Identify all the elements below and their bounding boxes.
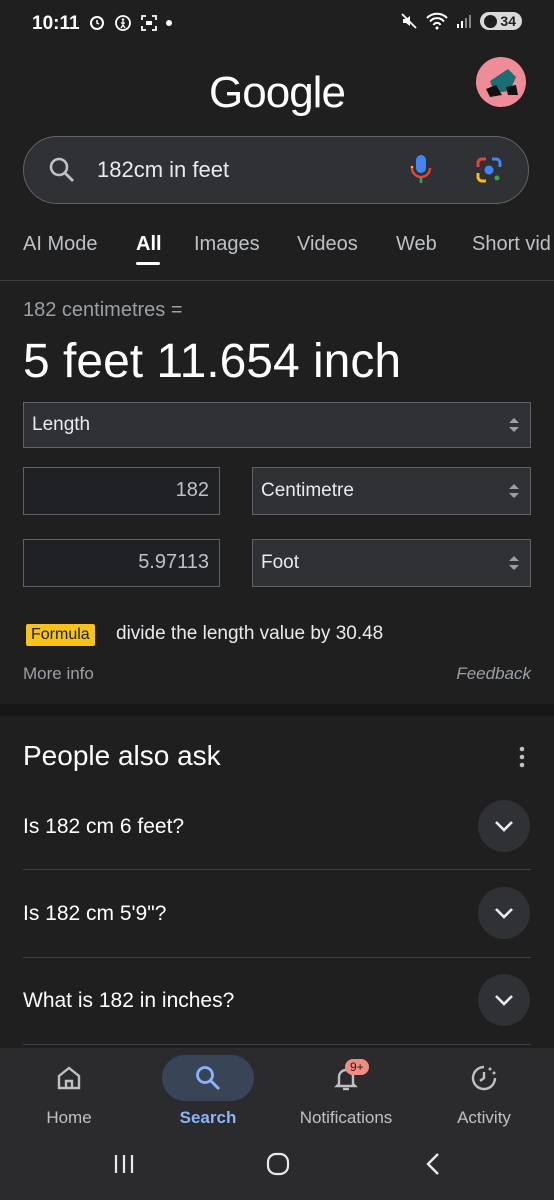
tab-videos[interactable]: Videos [297,233,358,256]
status-right-icons: 34 [400,12,522,30]
search-input[interactable]: 182cm in feet [97,157,229,183]
output-unit-value: Foot [261,552,300,573]
updown-icon [509,556,519,570]
updown-icon [509,418,519,432]
tab-images[interactable]: Images [194,233,260,256]
active-tab-indicator [136,262,160,265]
tab-web[interactable]: Web [396,233,437,256]
output-value-field[interactable]: 5.97113 [23,539,220,587]
battery-indicator: 34 [480,12,522,30]
status-time: 10:11 [32,13,80,34]
status-left-icons [88,14,172,32]
recent-apps-icon[interactable] [112,1152,136,1176]
tab-all[interactable]: All [136,233,162,256]
microphone-icon[interactable] [409,153,433,187]
conversion-subtitle: 182 centimetres = [23,299,183,321]
expand-chevron-button[interactable] [478,800,530,852]
tabs-divider [0,280,554,281]
chevron-down-icon [495,995,513,1006]
home-icon[interactable] [55,1064,83,1092]
home-button-icon[interactable] [265,1151,291,1177]
nav-notifications-label[interactable]: Notifications [277,1108,415,1128]
notification-badge: 9+ [345,1059,369,1075]
input-unit-value: Centimetre [261,480,354,501]
activity-icon[interactable] [470,1064,498,1092]
question-item[interactable]: Is 182 cm 6 feet? [23,815,184,839]
more-info-link[interactable]: More info [23,664,94,684]
nav-search-label[interactable]: Search [139,1108,277,1128]
dot-icon [166,20,172,26]
expand-chevron-button[interactable] [478,887,530,939]
section-divider [0,704,554,716]
input-value-field[interactable]: 182 [23,467,220,515]
status-bar: 10:11 34 [0,0,554,50]
expand-chevron-button[interactable] [478,974,530,1026]
screenshot-icon [141,15,157,31]
avatar-image [486,69,518,97]
chevron-down-icon [495,821,513,832]
feedback-link[interactable]: Feedback [456,664,531,684]
updown-icon [509,484,519,498]
output-value-text: 5.97113 [138,551,209,573]
walking-icon [115,15,131,31]
mute-icon [401,13,418,29]
signal-icon [457,15,472,28]
question-item[interactable]: Is 182 cm 5'9"? [23,902,166,926]
question-divider [23,957,531,958]
question-item[interactable]: What is 182 in inches? [23,989,234,1013]
google-logo[interactable]: Google [0,68,554,118]
category-select[interactable]: Length [23,402,531,448]
lens-icon[interactable] [474,155,504,185]
formula-badge: Formula [26,624,95,646]
search-icon[interactable] [48,156,76,184]
more-options-icon[interactable] [514,744,530,770]
back-icon[interactable] [422,1151,444,1177]
nav-home-label[interactable]: Home [0,1108,138,1128]
formula-text: divide the length value by 30.48 [116,623,384,644]
search-tabs: AI Mode All Images Videos Web Short vid [0,220,554,280]
question-divider [23,1044,531,1045]
input-value-text: 182 [175,479,209,501]
tab-short-videos[interactable]: Short vid [472,233,551,256]
question-divider [23,869,531,870]
avatar[interactable] [476,57,526,107]
input-unit-select[interactable]: Centimetre [252,467,531,515]
watch-icon [90,16,104,30]
conversion-result: 5 feet 11.654 inch [23,335,402,388]
wifi-icon [426,12,449,30]
tab-ai-mode[interactable]: AI Mode [23,233,97,256]
output-unit-select[interactable]: Foot [252,539,531,587]
chevron-down-icon [495,908,513,919]
search-icon[interactable] [194,1064,222,1092]
category-select-value: Length [32,414,91,435]
nav-activity-label[interactable]: Activity [415,1108,553,1128]
people-also-ask-title: People also ask [23,740,221,771]
